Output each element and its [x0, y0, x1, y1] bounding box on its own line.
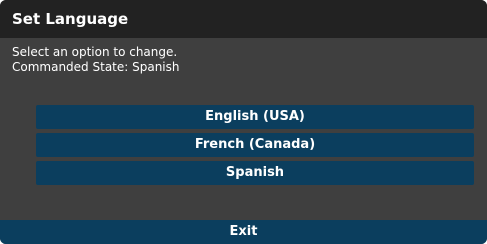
- exit-button[interactable]: Exit: [0, 220, 487, 244]
- dialog-message: Select an option to change. Commanded St…: [12, 45, 180, 75]
- option-english-usa-button[interactable]: English (USA): [36, 105, 474, 129]
- option-spanish-button[interactable]: Spanish: [36, 161, 474, 185]
- dialog-title: Set Language: [0, 0, 487, 38]
- commanded-state-text: Commanded State: Spanish: [12, 60, 180, 74]
- set-language-dialog: Set Language Select an option to change.…: [0, 0, 487, 244]
- instruction-text: Select an option to change.: [12, 45, 178, 59]
- option-french-canada-button[interactable]: French (Canada): [36, 133, 474, 157]
